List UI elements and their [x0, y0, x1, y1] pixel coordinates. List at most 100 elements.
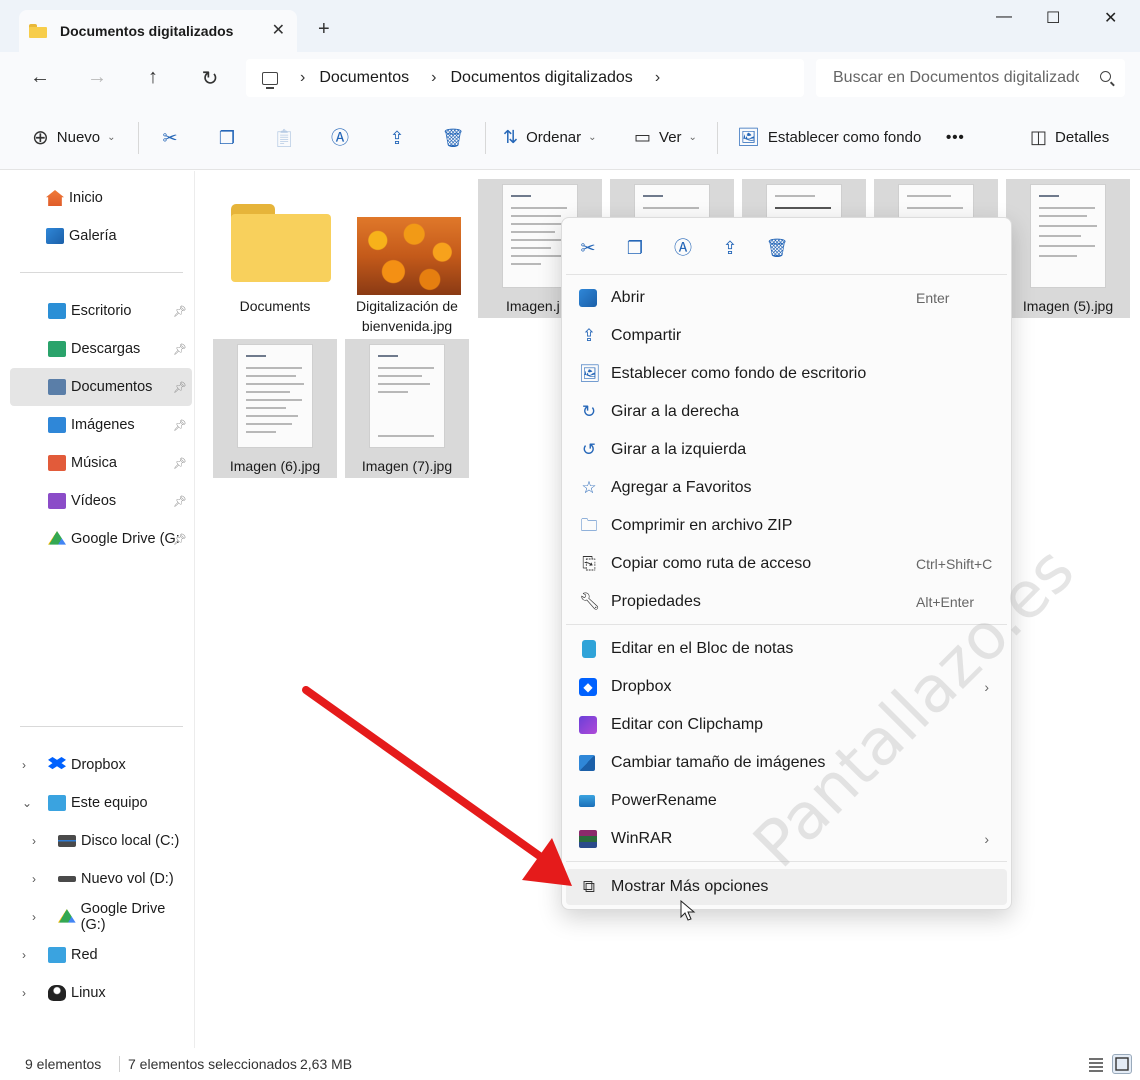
- menu-item-label: Editar en el Bloc de notas: [611, 640, 794, 657]
- address-bar[interactable]: › Documentos › Documentos digitalizados …: [246, 59, 804, 97]
- nav-item-linux[interactable]: › Linux: [10, 974, 192, 1012]
- pin-icon[interactable]: 📌︎: [173, 419, 187, 432]
- breadcrumb-separator[interactable]: ›: [655, 69, 660, 87]
- breadcrumb-documentos[interactable]: Documentos: [319, 69, 409, 87]
- menu-item-copiar-ruta[interactable]: ⎘ Copiar como ruta de acceso Ctrl+Shift+…: [566, 546, 1007, 582]
- file-label: Documents: [239, 298, 311, 314]
- forward-button[interactable]: →: [84, 66, 110, 89]
- gallery-icon: [46, 228, 64, 244]
- nav-item-nuevo-vol-d[interactable]: › Nuevo vol (D:): [10, 860, 192, 898]
- menu-item-propiedades[interactable]: 🔧︎ Propiedades Alt+Enter: [566, 584, 1007, 620]
- copy-icon[interactable]: ❐: [623, 236, 647, 260]
- search-input[interactable]: Buscar en Documentos digitalizados: [833, 69, 1079, 87]
- nav-item-disco-local-c[interactable]: › Disco local (C:): [10, 822, 192, 860]
- nav-item-galeria[interactable]: Galería: [10, 217, 192, 255]
- nav-item-documentos[interactable]: Documentos 📌︎: [10, 368, 192, 406]
- cut-icon[interactable]: ✂: [158, 127, 182, 149]
- file-tile-imagen-7[interactable]: Imagen (7).jpg: [345, 339, 469, 478]
- details-pane-icon: ◫: [1030, 127, 1048, 147]
- up-button[interactable]: ↑: [140, 66, 166, 89]
- expand-icon[interactable]: ›: [32, 910, 36, 924]
- pin-icon[interactable]: 📌︎: [173, 343, 187, 356]
- menu-item-label: Compartir: [611, 327, 682, 344]
- videos-icon: [48, 493, 66, 509]
- nav-item-musica[interactable]: Música 📌︎: [10, 444, 192, 482]
- delete-icon[interactable]: 🗑︎: [441, 127, 465, 149]
- nav-item-google-drive[interactable]: Google Drive (G: 📌︎: [10, 520, 192, 558]
- share-icon[interactable]: ⇪: [718, 236, 742, 260]
- menu-item-abrir[interactable]: Abrir Enter: [566, 280, 1007, 316]
- file-tile-digitalizacion[interactable]: Digitalización de bienvenida.jpg: [345, 179, 469, 334]
- copy-icon[interactable]: ❐: [215, 127, 239, 149]
- pin-icon[interactable]: 📌︎: [173, 381, 187, 394]
- new-button[interactable]: ⊕ Nuevo ⌄: [32, 105, 116, 170]
- clipchamp-icon: [579, 716, 597, 734]
- tab-documentos-digitalizados[interactable]: Documentos digitalizados ✕: [19, 10, 297, 52]
- set-wallpaper-button[interactable]: 🖼︎ Establecer como fondo: [737, 105, 921, 170]
- menu-item-favoritos[interactable]: ☆ Agregar a Favoritos: [566, 470, 1007, 506]
- sort-button[interactable]: ⇅ Ordenar ⌄: [503, 105, 597, 170]
- more-options-button[interactable]: •••: [946, 105, 965, 170]
- maximize-button[interactable]: ☐: [1046, 8, 1060, 28]
- refresh-button[interactable]: ↻: [197, 66, 223, 91]
- nav-item-dropbox[interactable]: › Dropbox: [10, 746, 192, 784]
- view-button[interactable]: ▭ Ver ⌄: [634, 105, 697, 170]
- collapse-icon[interactable]: ⌄: [22, 796, 32, 810]
- view-icon: ▭: [634, 127, 652, 147]
- expand-icon[interactable]: ›: [22, 758, 26, 772]
- nav-item-red[interactable]: › Red: [10, 936, 192, 974]
- this-pc-icon: [48, 795, 66, 811]
- menu-item-comprimir-zip[interactable]: 🗀︎ Comprimir en archivo ZIP: [566, 508, 1007, 544]
- pin-icon[interactable]: 📌︎: [173, 305, 187, 318]
- share-icon[interactable]: ⇪: [385, 127, 409, 149]
- minimize-button[interactable]: —: [996, 8, 1012, 26]
- close-window-button[interactable]: ✕: [1104, 8, 1117, 28]
- pin-icon[interactable]: 📌︎: [173, 533, 187, 546]
- pin-icon[interactable]: 📌︎: [173, 457, 187, 470]
- paste-icon[interactable]: 📋︎: [272, 127, 296, 149]
- nav-item-inicio[interactable]: Inicio: [10, 179, 192, 217]
- menu-item-cambiar-tamano[interactable]: Cambiar tamaño de imágenes: [566, 745, 1007, 781]
- cut-icon[interactable]: ✂: [576, 236, 600, 260]
- expand-icon[interactable]: ›: [32, 872, 36, 886]
- expand-icon[interactable]: ›: [22, 986, 26, 1000]
- new-tab-button[interactable]: +: [318, 18, 330, 41]
- document-thumbnail: [237, 344, 313, 448]
- nav-item-google-drive-g[interactable]: › Google Drive (G:): [10, 898, 192, 936]
- dropbox-icon: [48, 757, 66, 770]
- rename-icon[interactable]: Ⓐ: [328, 127, 352, 149]
- nav-item-escritorio[interactable]: Escritorio 📌︎: [10, 292, 192, 330]
- details-view-icon[interactable]: [1086, 1054, 1106, 1074]
- nav-item-videos[interactable]: Vídeos 📌︎: [10, 482, 192, 520]
- pin-icon[interactable]: 📌︎: [173, 495, 187, 508]
- this-pc-icon: [262, 71, 278, 89]
- document-thumbnail: [1030, 184, 1106, 288]
- divider: [485, 122, 486, 154]
- breadcrumb-separator: ›: [300, 69, 306, 86]
- title-bar: Documentos digitalizados ✕ + — ☐ ✕: [0, 0, 1140, 52]
- file-tile-imagen-6[interactable]: Imagen (6).jpg: [213, 339, 337, 478]
- menu-item-girar-izquierda[interactable]: ↺ Girar a la izquierda: [566, 432, 1007, 468]
- nav-item-imagenes[interactable]: Imágenes 📌︎: [10, 406, 192, 444]
- file-tile-imagen-5[interactable]: Imagen (5).jpg: [1006, 179, 1130, 318]
- large-icons-view-icon[interactable]: [1112, 1054, 1132, 1074]
- menu-item-label: Comprimir en archivo ZIP: [611, 517, 793, 534]
- rename-icon[interactable]: Ⓐ: [671, 236, 695, 260]
- more-options-icon: ⧉: [582, 877, 596, 896]
- menu-item-fondo-escritorio[interactable]: 🖼︎ Establecer como fondo de escritorio: [566, 356, 1007, 392]
- nav-item-descargas[interactable]: Descargas 📌︎: [10, 330, 192, 368]
- file-tile-documents[interactable]: Documents: [213, 179, 337, 318]
- expand-icon[interactable]: ›: [22, 948, 26, 962]
- nav-item-este-equipo[interactable]: ⌄ Este equipo: [10, 784, 192, 822]
- expand-icon[interactable]: ›: [32, 834, 36, 848]
- winrar-icon: [579, 830, 597, 848]
- close-tab-icon[interactable]: ✕: [272, 20, 285, 40]
- back-button[interactable]: ←: [27, 66, 53, 89]
- search-box[interactable]: Buscar en Documentos digitalizados: [816, 59, 1125, 97]
- menu-item-girar-derecha[interactable]: ↻ Girar a la derecha: [566, 394, 1007, 430]
- breadcrumb-documentos-digitalizados[interactable]: Documentos digitalizados: [450, 69, 632, 87]
- music-icon: [48, 455, 66, 471]
- details-button[interactable]: ◫ Detalles: [1030, 105, 1109, 170]
- menu-item-compartir[interactable]: ⇪ Compartir: [566, 318, 1007, 354]
- delete-icon[interactable]: 🗑︎: [765, 236, 789, 260]
